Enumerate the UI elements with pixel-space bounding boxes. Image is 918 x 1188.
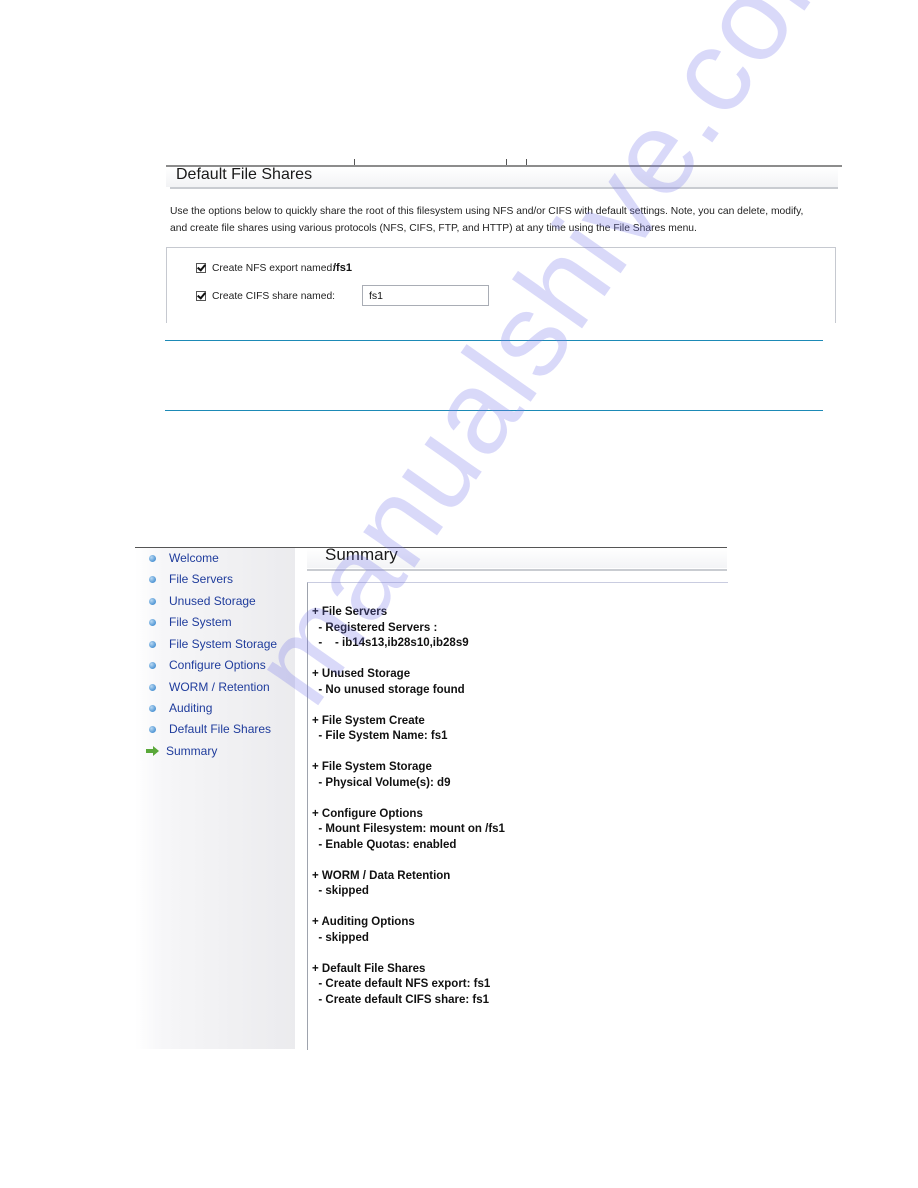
summary-section-heading: + Default File Shares — [312, 962, 426, 975]
nfs-export-option: Create NFS export named: — [196, 260, 335, 276]
green-arrow-icon — [146, 746, 160, 756]
nfs-export-label: Create NFS export named: — [212, 262, 336, 274]
panel-header: Default File Shares — [166, 166, 838, 187]
note-top-rule — [165, 340, 823, 341]
summary-header-divider — [307, 569, 727, 571]
summary-section-unused-storage: + Unused Storage - No unused storage fou… — [312, 667, 505, 698]
bullet-icon — [149, 618, 156, 626]
panel-divider-tick — [506, 159, 507, 165]
wizard-step-auditing[interactable]: Auditing — [147, 700, 212, 716]
summary-section-heading: + Auditing Options — [312, 916, 415, 928]
cifs-share-name-input[interactable] — [362, 285, 489, 306]
summary-line: - skipped — [312, 885, 369, 897]
summary-section-configure-options: + Configure Options - Mount Filesystem: … — [312, 807, 505, 854]
summary-section-heading: + File Servers — [312, 606, 388, 618]
summary-section-file-system-storage: + File System Storage - Physical Volume(… — [312, 760, 505, 791]
cifs-share-checkbox[interactable] — [196, 291, 206, 301]
bullet-icon — [149, 597, 156, 605]
summary-section-heading: + Configure Options — [312, 807, 423, 820]
wizard-step-sidebar: Welcome File Servers Unused Storage File… — [135, 548, 295, 1049]
summary-section-file-servers: + File Servers - Registered Servers : - … — [312, 605, 505, 652]
wizard-step-label: Default File Shares — [169, 722, 272, 736]
description-line: Use the options below to quickly share t… — [170, 206, 804, 217]
wizard-step-label: Auditing — [169, 701, 213, 715]
panel-header-divider — [170, 187, 838, 189]
wizard-main-panel: Summary + File Servers - Registered Serv… — [295, 545, 728, 1050]
summary-line: - File System Name: fs1 — [312, 730, 448, 742]
summary-content: + File Servers - Registered Servers : - … — [312, 605, 505, 1024]
wizard-step-worm-retention[interactable]: WORM / Retention — [147, 679, 270, 695]
panel-divider-tick — [354, 159, 355, 165]
wizard-step-configure-options[interactable]: Configure Options — [147, 657, 266, 673]
description-line: and create file shares using various pro… — [170, 223, 697, 234]
bullet-icon — [149, 661, 156, 669]
summary-section-auditing: + Auditing Options - skipped — [312, 915, 505, 946]
summary-line: - Create default NFS export: fs1 — [312, 978, 491, 990]
default-file-shares-panel: Default File Shares Use the options belo… — [166, 159, 842, 323]
cifs-share-label: Create CIFS share named: — [212, 290, 336, 302]
panel-description: Use the options below to quickly share t… — [170, 203, 842, 237]
share-options-box — [166, 247, 836, 323]
summary-section-heading: + Unused Storage — [312, 668, 411, 680]
bullet-icon — [149, 725, 156, 733]
wizard-step-label: Unused Storage — [169, 594, 256, 608]
wizard-step-label: WORM / Retention — [169, 680, 270, 694]
wizard-step-label: Welcome — [169, 551, 219, 565]
wizard-step-label: File Servers — [169, 572, 234, 586]
summary-line: - Physical Volume(s): d9 — [312, 776, 451, 789]
wizard-step-label: Configure Options — [169, 658, 266, 672]
summary-section-heading: + File System Create — [312, 714, 425, 727]
wizard-step-welcome[interactable]: Welcome — [147, 550, 219, 566]
bullet-icon — [149, 554, 156, 562]
summary-section-worm: + WORM / Data Retention - skipped — [312, 869, 505, 900]
summary-section-file-system-create: + File System Create - File System Name:… — [312, 714, 505, 745]
summary-section-heading: + WORM / Data Retention — [312, 869, 451, 882]
nfs-export-checkbox[interactable] — [196, 263, 206, 273]
wizard-step-default-file-shares[interactable]: Default File Shares — [147, 721, 271, 737]
summary-line: - Enable Quotas: enabled — [312, 838, 457, 851]
summary-section-default-file-shares: + Default File Shares - Create default N… — [312, 962, 505, 1009]
wizard-step-file-system[interactable]: File System — [147, 614, 232, 630]
bullet-icon — [149, 683, 156, 691]
bullet-icon — [149, 575, 156, 583]
summary-line: - Create default CIFS share: fs1 — [312, 993, 490, 1006]
wizard-step-summary[interactable]: Summary — [146, 743, 217, 759]
summary-section-heading: + File System Storage — [312, 761, 432, 773]
bullet-icon — [149, 640, 156, 648]
wizard-step-label: File System Storage — [169, 637, 278, 651]
summary-header: Summary — [307, 545, 727, 568]
wizard-step-label: Summary — [166, 744, 218, 758]
wizard-step-unused-storage[interactable]: Unused Storage — [147, 593, 256, 609]
wizard-summary-screen: Welcome File Servers Unused Storage File… — [135, 545, 728, 1050]
summary-line: - skipped — [312, 931, 369, 944]
note-bottom-rule — [165, 410, 823, 411]
summary-line: - - ib14s13,ib28s10,ib28s9 — [312, 637, 469, 649]
cifs-share-option: Create CIFS share named: — [196, 288, 335, 304]
summary-title: Summary — [325, 545, 398, 564]
wizard-step-file-system-storage[interactable]: File System Storage — [147, 636, 277, 652]
summary-line: - No unused storage found — [312, 683, 465, 696]
nfs-export-name-value: /fs1 — [333, 262, 352, 274]
summary-line: - Registered Servers : — [312, 621, 438, 634]
wizard-step-file-servers[interactable]: File Servers — [147, 571, 233, 587]
bullet-icon — [149, 704, 156, 712]
wizard-step-label: File System — [169, 615, 232, 629]
summary-line: - Mount Filesystem: mount on /fs1 — [312, 823, 505, 835]
panel-divider-tick — [526, 159, 527, 165]
summary-box: + File Servers - Registered Servers : - … — [307, 582, 728, 1050]
panel-title: Default File Shares — [176, 166, 313, 183]
